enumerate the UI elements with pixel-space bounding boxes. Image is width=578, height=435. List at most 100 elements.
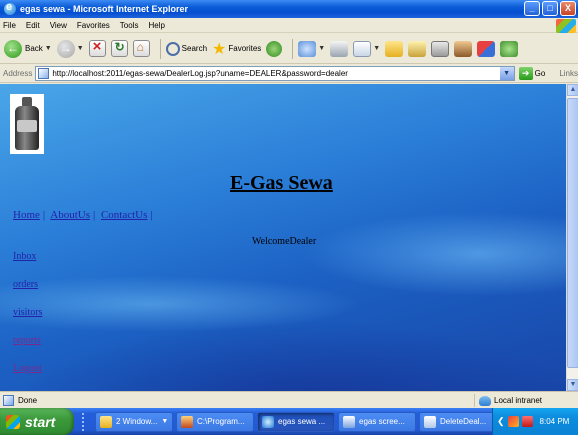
logout-link[interactable]: Logout [13,363,42,374]
forward-arrow-icon [56,39,75,58]
toolbar-separator [159,38,161,59]
home-icon [132,40,150,57]
page-title: E-Gas Sewa [230,172,333,194]
go-button[interactable]: ➔ Go [518,67,546,80]
search-button[interactable]: Search [165,41,207,56]
menu-edit[interactable]: Edit [26,21,40,30]
messenger-button[interactable] [431,40,450,57]
paint-icon [343,415,355,428]
search-icon [165,41,180,56]
security-alert-icon[interactable] [521,416,533,427]
flag-icon [477,40,496,57]
task-label: 2 Window... [116,417,158,426]
minimize-button[interactable]: _ [524,1,540,16]
history-icon [298,40,317,57]
status-text: Done [18,395,38,405]
media-icon [266,40,283,57]
cylinder-label [17,120,37,132]
nav-home-link[interactable]: Home [13,209,40,221]
taskbar-item-delete-dealer[interactable]: DeleteDeal... [419,411,497,432]
edit-page-icon [353,40,372,57]
back-button[interactable]: Back ▼ [4,39,52,58]
program-icon [181,415,193,428]
nav-divider: | [42,209,46,221]
taskbar-item-program-files[interactable]: C:\Program... [176,411,254,432]
edit-button[interactable]: ▼ [353,40,380,57]
stop-button[interactable] [88,38,106,57]
chevron-down-icon[interactable]: ▼ [45,45,52,52]
nav-contactus-link[interactable]: ContactUs [101,209,147,221]
home-button[interactable] [132,40,150,57]
tray-expand-icon[interactable]: ❮ [497,416,505,427]
reports-link[interactable]: reports [13,335,41,346]
toolbar-separator [292,38,294,59]
print-button[interactable] [330,40,349,57]
scroll-up-icon[interactable]: ▲ [567,84,578,96]
chevron-down-icon[interactable]: ▼ [77,45,84,52]
refresh-button[interactable] [110,40,128,57]
favorites-button[interactable]: ★ Favorites [212,39,261,59]
messenger-people-button[interactable] [500,40,519,57]
links-button[interactable]: Links [559,69,578,78]
orders-link[interactable]: orders [13,279,38,290]
inbox-link[interactable]: Inbox [13,251,36,262]
visitors-link[interactable]: visitors [13,307,42,318]
scrollbar-thumb[interactable] [567,98,578,368]
forward-button[interactable]: ▼ [56,39,84,58]
window-title: egas sewa - Microsoft Internet Explorer [20,4,189,14]
security-zone: Local intranet [474,394,542,407]
windows-logo-icon [556,19,576,33]
tools-button[interactable] [454,40,473,57]
address-input[interactable]: http://localhost:2011/egas-sewa/DealerLo… [35,66,515,81]
scroll-down-icon[interactable]: ▼ [567,379,578,391]
windows-flag-icon [6,414,20,429]
task-label: C:\Program... [197,417,245,426]
folder-icon [100,415,112,428]
address-bar: Address http://localhost:2011/egas-sewa/… [0,65,578,83]
window-title-bar[interactable]: egas sewa - Microsoft Internet Explorer … [0,0,578,18]
maximize-button[interactable]: □ [542,1,558,16]
history-button[interactable]: ▼ [298,40,325,57]
clock: 8:04 PM [539,417,570,426]
taskbar-item-egas-sewa[interactable]: egas sewa ... [257,411,335,432]
internet-explorer-icon [262,415,274,428]
task-label: egas scree... [359,417,405,426]
task-label: DeleteDeal... [440,417,487,426]
page-done-icon [3,394,14,406]
top-navigation: Home | AboutUs | ContactUs | [13,209,156,221]
nav-aboutus-link[interactable]: AboutUs [50,209,90,221]
page-icon [38,68,50,79]
address-url: http://localhost:2011/egas-sewa/DealerLo… [52,69,348,78]
printer-icon [330,40,349,57]
menu-tools[interactable]: Tools [120,21,139,30]
folder-icon [385,40,404,57]
zone-label: Local intranet [494,396,543,405]
menu-favorites[interactable]: Favorites [77,21,110,30]
flag-button[interactable] [477,40,496,57]
vertical-scrollbar[interactable]: ▲ ▼ [566,84,578,391]
back-label: Back [25,44,43,53]
start-label: start [25,413,56,430]
address-label: Address [3,69,33,78]
research-button[interactable] [408,40,427,57]
network-icon[interactable] [507,416,519,427]
go-label: Go [534,69,546,78]
taskbar-item-windows-group[interactable]: 2 Window... ▼ [95,411,173,432]
gas-cylinder-image [10,94,44,154]
chevron-down-icon[interactable]: ▼ [373,45,380,52]
close-button[interactable]: X [560,1,576,16]
folder-button[interactable] [385,40,404,57]
start-button[interactable]: start [0,408,74,435]
menu-file[interactable]: File [3,21,16,30]
menu-view[interactable]: View [50,21,67,30]
nav-divider: | [150,209,153,221]
menu-help[interactable]: Help [148,21,164,30]
taskbar-item-egas-screen[interactable]: egas scree... [338,411,416,432]
refresh-icon [110,40,128,57]
task-label: egas sewa ... [278,417,326,426]
address-dropdown-icon[interactable]: ▼ [499,67,514,80]
media-button[interactable] [266,40,283,57]
system-tray: ❮ 8:04 PM [492,408,578,435]
status-bar: Done Local intranet [0,391,578,408]
chevron-down-icon[interactable]: ▼ [318,45,325,52]
